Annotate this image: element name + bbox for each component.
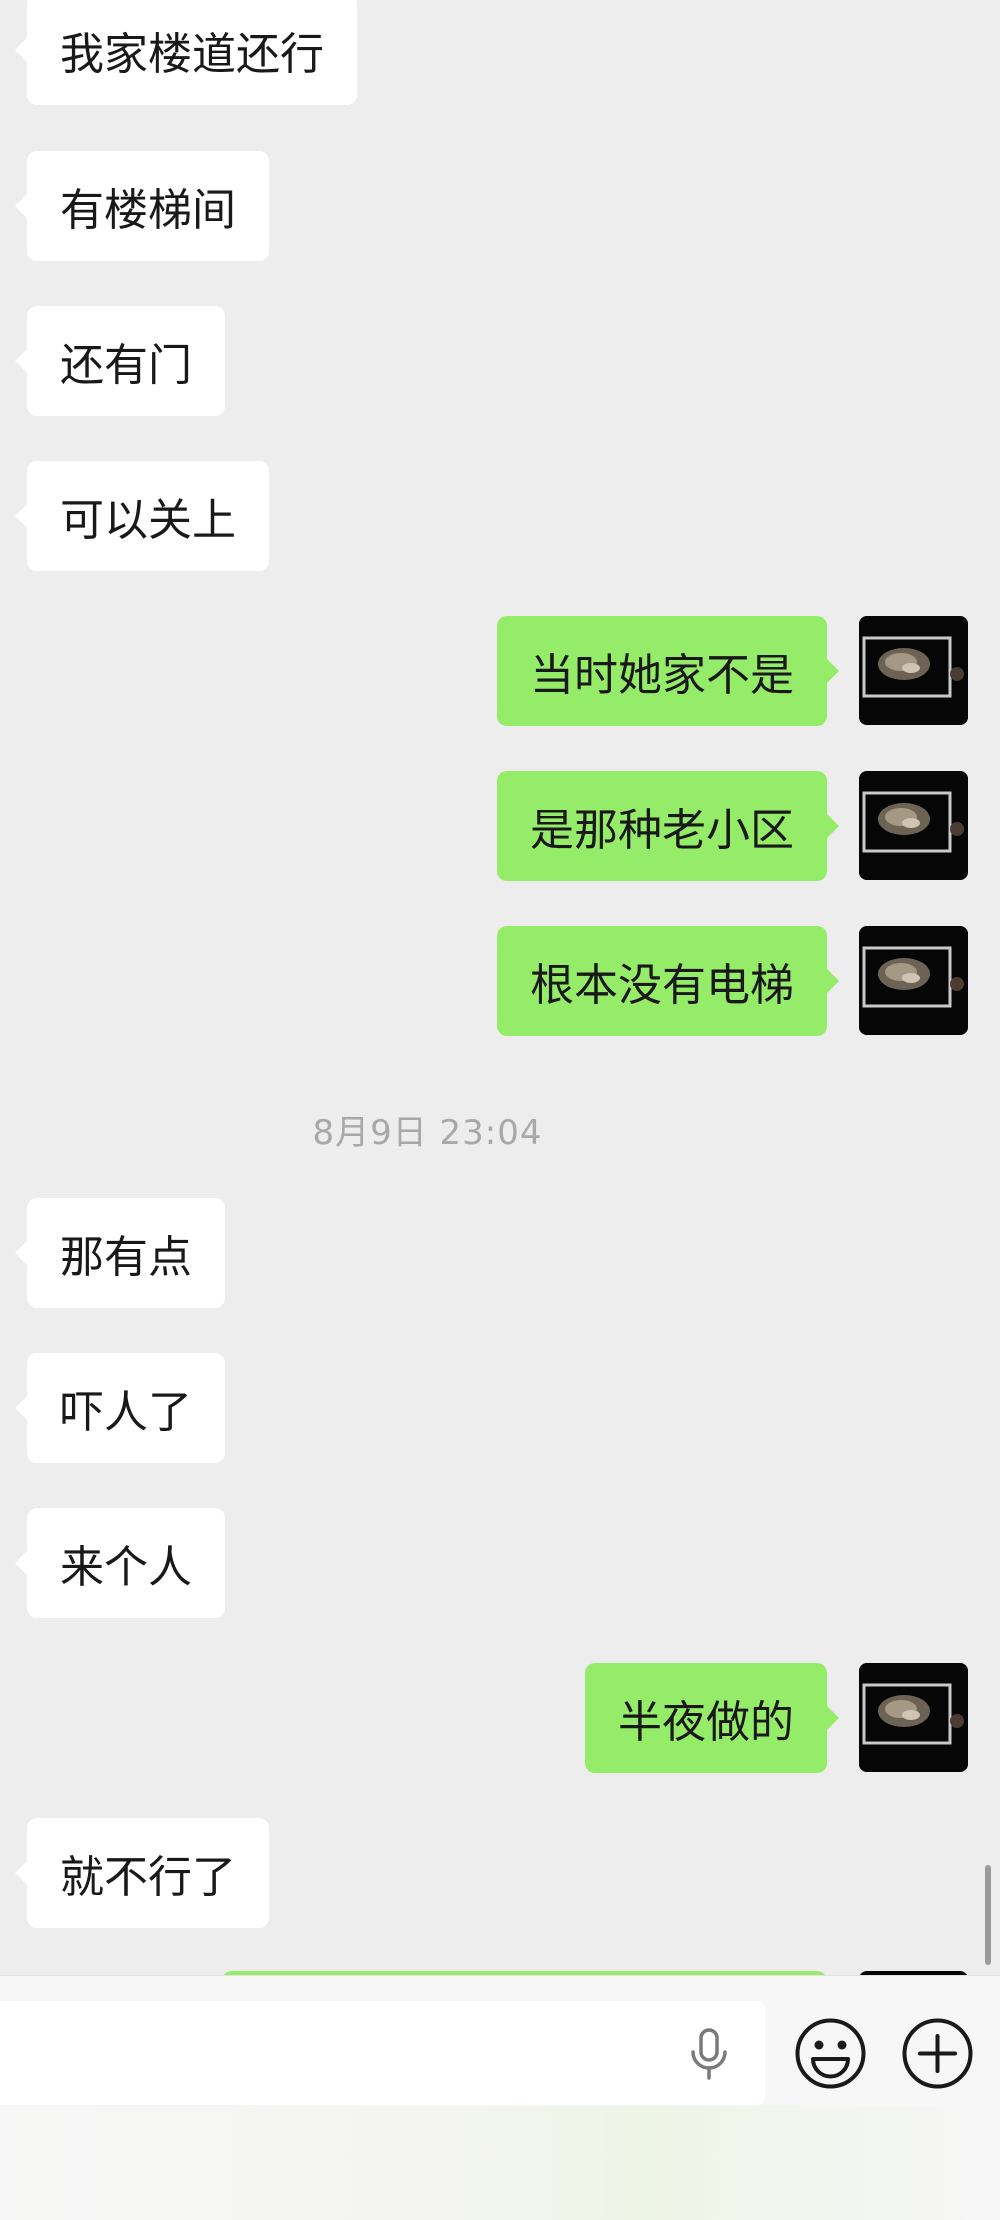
avatar[interactable] bbox=[859, 771, 968, 880]
message-input-field[interactable] bbox=[0, 2001, 765, 2105]
avatar[interactable] bbox=[859, 1663, 968, 1772]
message-bubble-sent[interactable]: 当时她家不是 bbox=[497, 616, 839, 726]
chat-message-list[interactable]: 我家楼道还行 有楼梯间 还有门 可以关上 当时她家不是 是那种老小区 根本没有电… bbox=[0, 0, 1000, 1975]
message-bubble-received[interactable]: 可以关上 bbox=[15, 461, 269, 571]
avatar-image bbox=[859, 771, 968, 880]
chat-input-bar bbox=[0, 1975, 1000, 2220]
message-bubble-received[interactable]: 那有点 bbox=[15, 1198, 225, 1308]
message-bubble-sent[interactable]: 是那种老小区 bbox=[497, 771, 839, 881]
keyboard-area-background bbox=[0, 2106, 1000, 2220]
chat-scrollbar[interactable] bbox=[985, 1865, 991, 1965]
message-bubble-received[interactable]: 有楼梯间 bbox=[15, 151, 269, 261]
message-row-sent: 半夜做的 bbox=[0, 1663, 1000, 1773]
avatar-image bbox=[859, 1663, 968, 1772]
message-bubble-received[interactable]: 我家楼道还行 bbox=[15, 0, 357, 105]
smiley-icon[interactable] bbox=[793, 2016, 868, 2091]
message-bubble-received[interactable]: 还有门 bbox=[15, 306, 225, 416]
message-bubble-received[interactable]: 就不行了 bbox=[15, 1818, 269, 1928]
message-row-sent: 根本没有电梯 bbox=[0, 926, 1000, 1036]
plus-icon[interactable] bbox=[900, 2016, 975, 2091]
avatar[interactable] bbox=[859, 616, 968, 725]
message-timestamp: 8月9日 23:04 bbox=[312, 1113, 543, 1153]
message-bubble-sent[interactable]: 根本没有电梯 bbox=[497, 926, 839, 1036]
message-row-received: 吓人了 bbox=[0, 1353, 1000, 1463]
message-bubble-sent[interactable]: 半夜做的 bbox=[585, 1663, 839, 1773]
message-row-received: 那有点 bbox=[0, 1198, 1000, 1308]
message-row-received: 有楼梯间 bbox=[0, 151, 1000, 261]
message-bubble-received[interactable]: 吓人了 bbox=[15, 1353, 225, 1463]
message-row-received: 就不行了 bbox=[0, 1818, 1000, 1928]
avatar-image bbox=[859, 926, 968, 1035]
avatar-image bbox=[859, 616, 968, 725]
message-row-received: 还有门 bbox=[0, 306, 1000, 416]
message-row-received: 来个人 bbox=[0, 1508, 1000, 1618]
message-bubble-received[interactable]: 来个人 bbox=[15, 1508, 225, 1618]
avatar[interactable] bbox=[859, 926, 968, 1035]
message-row-received: 我家楼道还行 bbox=[0, 0, 1000, 110]
message-row-sent: 是那种老小区 bbox=[0, 771, 1000, 881]
message-row-sent: 当时她家不是 bbox=[0, 616, 1000, 726]
microphone-icon[interactable] bbox=[689, 2028, 729, 2080]
message-row-received: 可以关上 bbox=[0, 461, 1000, 571]
